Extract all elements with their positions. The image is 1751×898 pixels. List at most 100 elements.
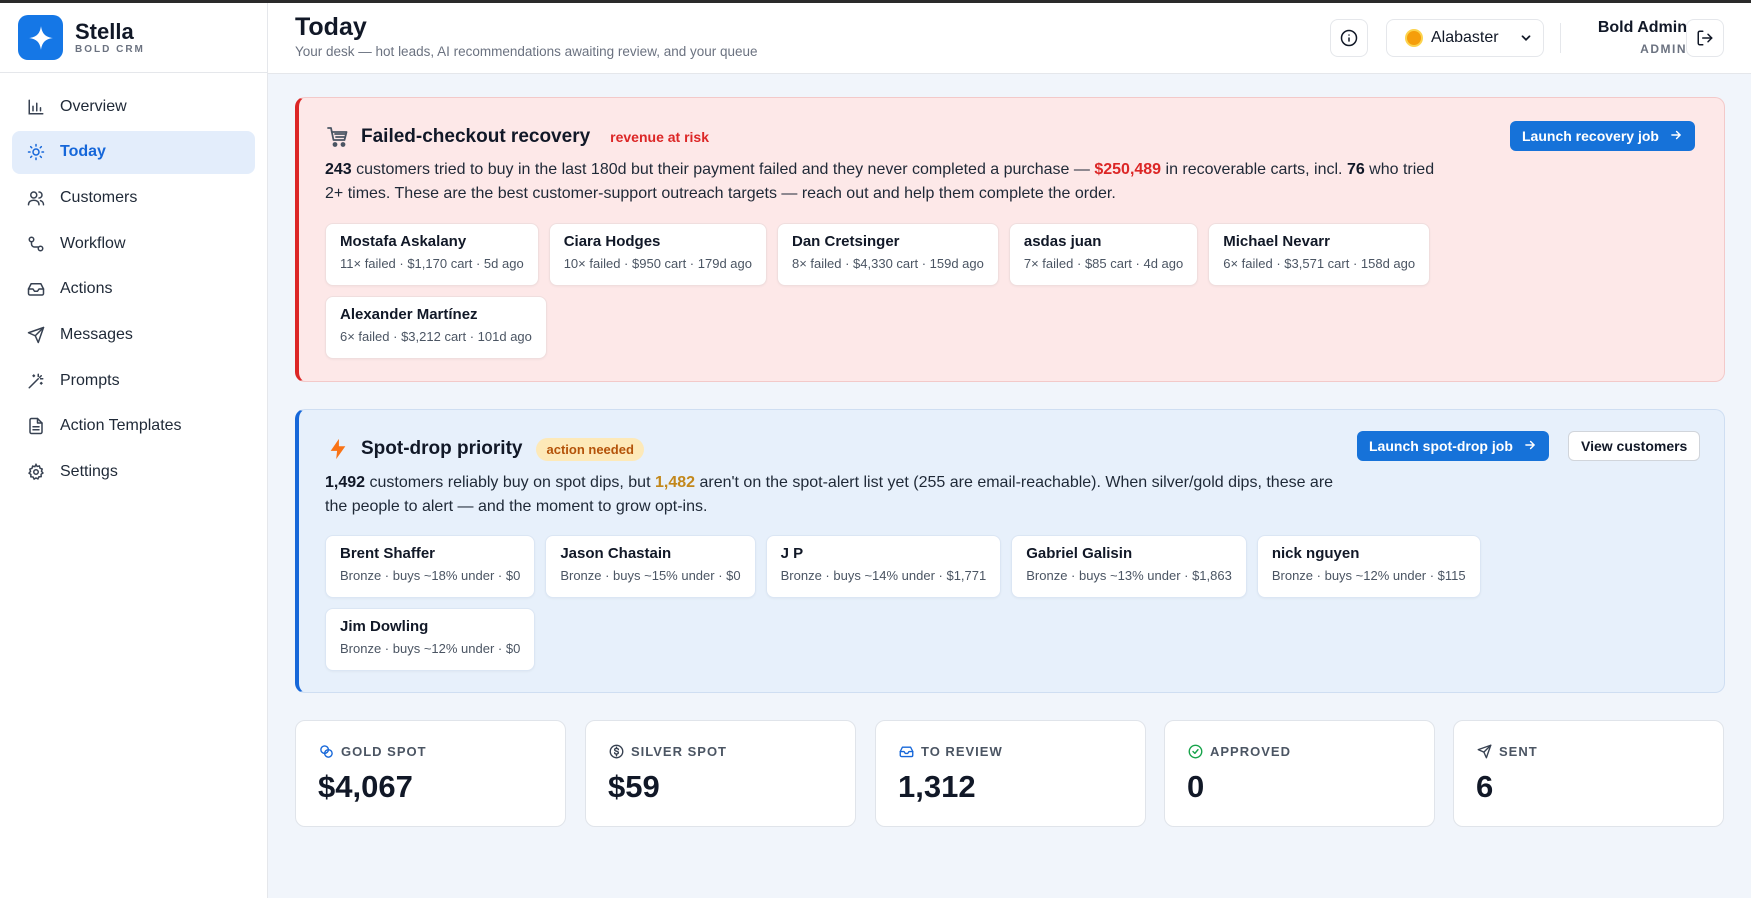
view-customers-button[interactable]: View customers [1568,431,1701,461]
sidebar-item-customers[interactable]: Customers [12,176,255,219]
customer-meta: 7× failed · $85 cart · 4d ago [1023,256,1184,271]
sidebar-item-label: Customers [60,188,138,206]
theme-sun-icon [1407,31,1421,45]
customer-chip-list: Brent Shaffer Bronze · buys ~18% under ·… [325,535,1505,671]
customer-chip[interactable]: Gabriel Galisin Bronze · buys ~13% under… [1011,535,1247,598]
send-icon [1476,743,1492,759]
shopping-cart-icon [325,124,351,150]
sidebar-item-label: Settings [60,463,118,480]
customer-chip[interactable]: Michael Nevarr 6× failed · $3,571 cart ·… [1208,223,1431,286]
description-text: customers tried to buy in the last 180d … [351,161,1095,178]
stat-label: TO REVIEW [921,743,1003,759]
magic-wand-icon [26,371,46,391]
inbox-icon [898,743,914,759]
theme-select[interactable]: Alabaster [1386,19,1544,57]
logout-button[interactable] [1686,19,1724,57]
brand-name: Stella [75,19,134,44]
stat-label: APPROVED [1210,743,1291,759]
info-button[interactable] [1330,19,1368,57]
revenue-at-risk-tag: revenue at risk [610,129,709,145]
brand[interactable]: Stella BOLD CRM [0,3,267,73]
stat-value: 0 [1187,769,1205,804]
customer-name: Jim Dowling [340,618,429,635]
page-subtitle: Your desk — hot leads, AI recommendation… [295,44,758,59]
brand-subtitle: BOLD CRM [75,44,145,55]
customer-meta: 6× failed · $3,212 cart · 101d ago [340,329,532,344]
customer-name: Ciara Hodges [563,233,661,250]
sidebar-item-messages[interactable]: Messages [12,313,255,356]
sidebar-item-label: Action Templates [60,417,182,435]
sidebar-item-label: Actions [60,280,113,298]
customer-meta: Bronze · buys ~14% under · $1,771 [780,568,987,583]
description-text: customers reliably buy on spot dips, but [365,474,655,491]
launch-recovery-job-button[interactable]: Launch recovery job [1510,121,1695,151]
sidebar-item-action-templates[interactable]: Action Templates [12,405,255,448]
inbox-icon [26,279,46,299]
customer-chip[interactable]: Ciara Hodges 10× failed · $950 cart · 17… [548,223,767,286]
stat-value: 6 [1476,769,1494,804]
arrow-right-icon [1669,128,1683,145]
customer-chip[interactable]: Brent Shaffer Bronze · buys ~18% under ·… [325,535,536,598]
customer-name: Jason Chastain [560,545,672,562]
customer-meta: 11× failed · $1,170 cart · 5d ago [340,256,524,271]
customer-name: Mostafa Askalany [340,233,467,250]
customer-meta: Bronze · buys ~12% under · $0 [340,641,521,656]
sidebar-item-label: Today [60,143,106,161]
button-label: Launch spot-drop job [1369,438,1513,454]
sidebar-item-actions[interactable]: Actions [12,268,255,311]
customer-meta: 6× failed · $3,571 cart · 158d ago [1223,256,1416,271]
customer-name: Gabriel Galisin [1026,545,1133,562]
customer-meta: Bronze · buys ~15% under · $0 [560,568,741,583]
customer-name: Dan Cretsinger [791,233,900,250]
customer-chip[interactable]: J P Bronze · buys ~14% under · $1,771 [765,535,1002,598]
lightning-icon [325,436,351,462]
customer-name: Michael Nevarr [1223,233,1330,250]
customer-chip-list: Mostafa Askalany 11× failed · $1,170 car… [325,223,1505,359]
customer-chip[interactable]: Jason Chastain Bronze · buys ~15% under … [545,535,756,598]
stat-gold-spot: GOLD SPOT $4,067 [295,720,566,827]
customer-chip[interactable]: Mostafa Askalany 11× failed · $1,170 car… [325,223,539,286]
customer-meta: Bronze · buys ~18% under · $0 [340,568,521,583]
stat-sent: SENT 6 [1453,720,1724,827]
sidebar-item-label: Prompts [60,371,120,389]
customer-chip[interactable]: nick nguyen Bronze · buys ~12% under · $… [1256,535,1481,598]
sun-icon [26,142,46,162]
description-text: in recoverable carts, incl. [1161,161,1347,178]
customer-chip[interactable]: Alexander Martínez 6× failed · $3,212 ca… [325,296,547,359]
theme-select-value: Alabaster [1431,29,1499,46]
card-description: 243 customers tried to buy in the last 1… [325,158,1455,206]
stat-to-review: TO REVIEW 1,312 [875,720,1146,827]
sidebar-item-overview[interactable]: Overview [12,85,255,128]
not-on-list-count: 1,482 [654,474,696,491]
card-title: Failed-checkout recovery [361,126,591,147]
failed-customer-count: 243 [325,161,352,178]
customer-chip[interactable]: Jim Dowling Bronze · buys ~12% under · $… [325,608,536,671]
stat-label: SENT [1499,743,1538,759]
user-name: Bold Admin [1597,19,1687,36]
page-title: Today [295,13,367,41]
sidebar-item-today[interactable]: Today [12,130,255,174]
stat-label: SILVER SPOT [631,743,727,759]
stat-label: GOLD SPOT [341,743,427,759]
sidebar-item-settings[interactable]: Settings [12,451,255,494]
send-icon [26,325,46,345]
customer-meta: Bronze · buys ~12% under · $115 [1271,568,1466,583]
stat-value: $4,067 [318,769,413,804]
gear-icon [26,462,46,482]
bar-chart-icon [26,97,46,117]
customer-name: Alexander Martínez [340,306,478,323]
sidebar-nav: Overview Today Customers Workflow Action… [0,73,267,508]
info-icon [1340,29,1358,47]
customer-name: J P [780,545,804,562]
chevron-down-icon [1519,31,1533,50]
user-role: ADMIN [1640,42,1687,56]
customer-meta: 8× failed · $4,330 cart · 159d ago [791,256,984,271]
customer-chip[interactable]: asdas juan 7× failed · $85 cart · 4d ago [1008,223,1199,286]
customer-chip[interactable]: Dan Cretsinger 8× failed · $4,330 cart ·… [776,223,999,286]
sidebar-item-prompts[interactable]: Prompts [12,359,255,402]
document-icon [26,416,46,436]
launch-spot-drop-job-button[interactable]: Launch spot-drop job [1357,431,1549,461]
card-description: 1,492 customers reliably buy on spot dip… [325,471,1345,519]
sidebar-item-workflow[interactable]: Workflow [12,222,255,265]
sparkle-logo-icon [18,15,63,60]
